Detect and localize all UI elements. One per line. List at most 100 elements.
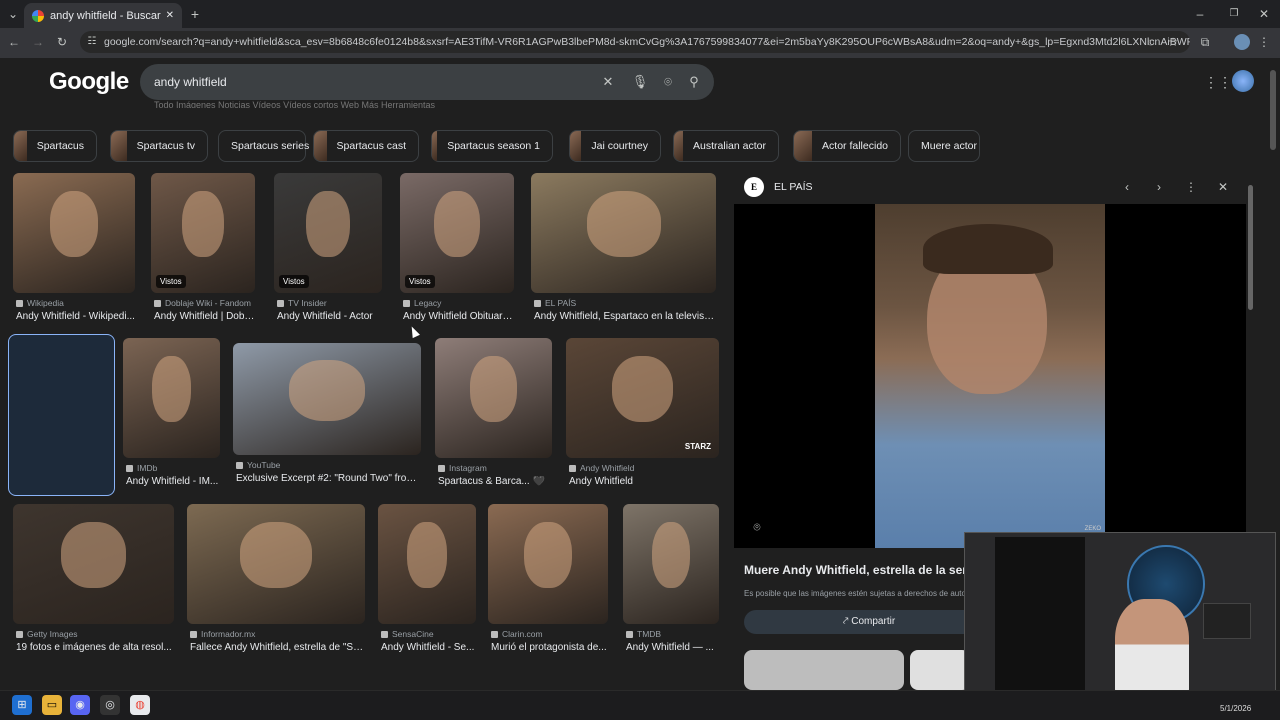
url-field[interactable]: google.com/search?q=andy+whitfield&sca_e… [80, 31, 1190, 53]
close-window-icon[interactable]: ✕ [1254, 3, 1274, 25]
eye-off-icon[interactable]: ◌ [1142, 31, 1160, 53]
result-image[interactable] [435, 338, 552, 458]
voice-search-icon[interactable]: 🎙 [630, 64, 650, 100]
chip-spartacus-tv[interactable]: Spartacus tv [110, 130, 208, 162]
source-favicon-icon [16, 300, 23, 307]
chip-spartacus-series[interactable]: Spartacus series [218, 130, 309, 162]
result-title[interactable]: 19 fotos e imágenes de alta resol... [16, 642, 174, 653]
result-title[interactable]: Andy Whitfield - Wikipedi... [16, 311, 135, 322]
result-image[interactable] [123, 338, 220, 458]
result-source[interactable]: Legacy [403, 298, 514, 308]
preview-title[interactable]: Muere Andy Whitfield, estrella de la ser… [744, 563, 964, 577]
start-icon[interactable]: ⊞ [12, 695, 32, 715]
lens-icon[interactable]: ⌾ [658, 64, 678, 100]
minimize-icon[interactable]: – [1190, 3, 1210, 25]
result-image[interactable] [531, 173, 716, 293]
account-avatar[interactable] [1232, 70, 1254, 92]
chip-jai-courtney[interactable]: Jai courtney [569, 130, 661, 162]
result-title[interactable]: Andy Whitfield Obituary... [403, 311, 514, 322]
site-info-icon[interactable]: ☷ [84, 31, 100, 53]
result-image[interactable] [378, 504, 476, 624]
chrome-icon[interactable]: ◍ [130, 695, 150, 715]
result-image[interactable] [187, 504, 365, 624]
tab-search-icon[interactable]: ⌄ [3, 3, 23, 25]
result-source[interactable]: Doblaje Wiki - Fandom [154, 298, 255, 308]
new-tab-icon[interactable]: + [186, 3, 204, 25]
result-title[interactable]: Andy Whitfield — ... [626, 642, 719, 653]
search-tabs-nav[interactable]: Todo Imágenes Noticias Vídeos Vídeos cor… [154, 100, 714, 108]
related-thumbnail[interactable] [910, 650, 970, 690]
result-title[interactable]: Andy Whitfield, Espartaco en la televisi… [534, 311, 716, 322]
result-source[interactable]: SensaCine [381, 629, 476, 639]
result-title[interactable]: Murió el protagonista de... [491, 642, 608, 653]
result-thumbnail [233, 343, 421, 455]
face-shape [240, 522, 312, 588]
related-thumbnail[interactable] [744, 650, 904, 690]
reload-icon[interactable]: ↻ [52, 31, 72, 53]
result-image[interactable] [623, 504, 719, 624]
preview-image[interactable]: ZEKO [875, 204, 1105, 548]
preview-source[interactable]: EL PAÍS [774, 181, 813, 193]
result-source[interactable]: Instagram [438, 463, 552, 473]
chip-spartacus[interactable]: Spartacus [13, 130, 97, 162]
previous-icon[interactable]: ‹ [1118, 176, 1136, 198]
result-image[interactable] [13, 504, 174, 624]
result-source[interactable]: IMDb [126, 463, 220, 473]
more-options-icon[interactable]: ⋮ [1182, 176, 1200, 198]
extensions-icon[interactable]: ⧉ [1196, 31, 1214, 53]
result-title[interactable]: Andy Whitfield [569, 476, 719, 487]
google-logo[interactable]: Google [49, 68, 129, 96]
result-source[interactable]: EL PAÍS [534, 298, 716, 308]
result-source[interactable]: YouTube [236, 460, 421, 470]
result-title[interactable]: Andy Whitfield - Actor [277, 311, 382, 322]
result-source[interactable]: Wikipedia [16, 298, 135, 308]
result-image[interactable] [13, 173, 135, 293]
close-tab-icon[interactable]: ✕ [166, 10, 174, 21]
result-title[interactable]: Andy Whitfield - Se... [381, 642, 476, 653]
profile-avatar[interactable] [1234, 34, 1250, 50]
search-box[interactable]: andy whitfield ✕ 🎙 ⌾ ⚲ [140, 64, 714, 100]
file-explorer-icon[interactable]: ▭ [42, 695, 62, 715]
result-source[interactable]: Getty Images [16, 629, 174, 639]
face-shape [434, 191, 480, 257]
result-title[interactable]: Andy Whitfield | Dobla... [154, 311, 255, 322]
result-source[interactable]: TMDB [626, 629, 719, 639]
result-image[interactable]: Vistos [274, 173, 382, 293]
result-image[interactable] [233, 343, 421, 455]
discord-icon[interactable]: ◉ [70, 695, 90, 715]
obs-icon[interactable]: ◎ [100, 695, 120, 715]
result-title[interactable]: Exclusive Excerpt #2: "Round Two" from..… [236, 473, 421, 484]
result-source[interactable]: TV Insider [277, 298, 382, 308]
result-source[interactable]: Andy Whitfield [569, 463, 719, 473]
search-input[interactable]: andy whitfield [154, 75, 227, 89]
search-icon[interactable]: ⚲ [684, 64, 704, 100]
back-icon[interactable]: ← [4, 31, 24, 53]
result-title[interactable]: Andy Whitfield - IM... [126, 476, 220, 487]
result-source[interactable]: Clarin.com [491, 629, 608, 639]
result-image[interactable]: Vistos [400, 173, 514, 293]
close-preview-icon[interactable]: ✕ [1214, 176, 1232, 198]
result-image[interactable]: Vistos [151, 173, 255, 293]
result-image[interactable] [488, 504, 608, 624]
result-image[interactable]: STARZ [566, 338, 719, 458]
star-icon[interactable]: ☆ [1164, 31, 1182, 53]
clear-icon[interactable]: ✕ [598, 64, 618, 100]
chip-spartacus-season-1[interactable]: Spartacus season 1 [431, 130, 553, 162]
forward-icon[interactable]: → [28, 31, 48, 53]
page-scrollbar[interactable] [1270, 70, 1276, 150]
share-button[interactable]: ⤤ Compartir [744, 610, 994, 634]
chip-actor-fallecido[interactable]: Actor fallecido [793, 130, 901, 162]
result-source[interactable]: Informador.mx [190, 629, 365, 639]
restore-icon[interactable]: ❐ [1224, 3, 1244, 25]
chip-muere-actor[interactable]: Muere actor [908, 130, 980, 162]
next-icon[interactable]: › [1150, 176, 1168, 198]
apps-grid-icon[interactable]: ⋮⋮ [1204, 71, 1232, 93]
chip-spartacus-cast[interactable]: Spartacus cast [313, 130, 419, 162]
browser-menu-icon[interactable]: ⋮ [1256, 31, 1272, 53]
panel-scrollbar[interactable] [1248, 185, 1253, 310]
result-title[interactable]: Spartacus & Barca... 🖤 [438, 476, 552, 487]
result-title[interactable]: Fallece Andy Whitfield, estrella de "Sp.… [190, 642, 365, 653]
browser-tab[interactable]: andy whitfield - Buscar con Goo ✕ [24, 3, 182, 28]
lens-search-icon[interactable]: ⌾ [748, 516, 766, 536]
chip-australian-actor[interactable]: Australian actor [673, 130, 779, 162]
